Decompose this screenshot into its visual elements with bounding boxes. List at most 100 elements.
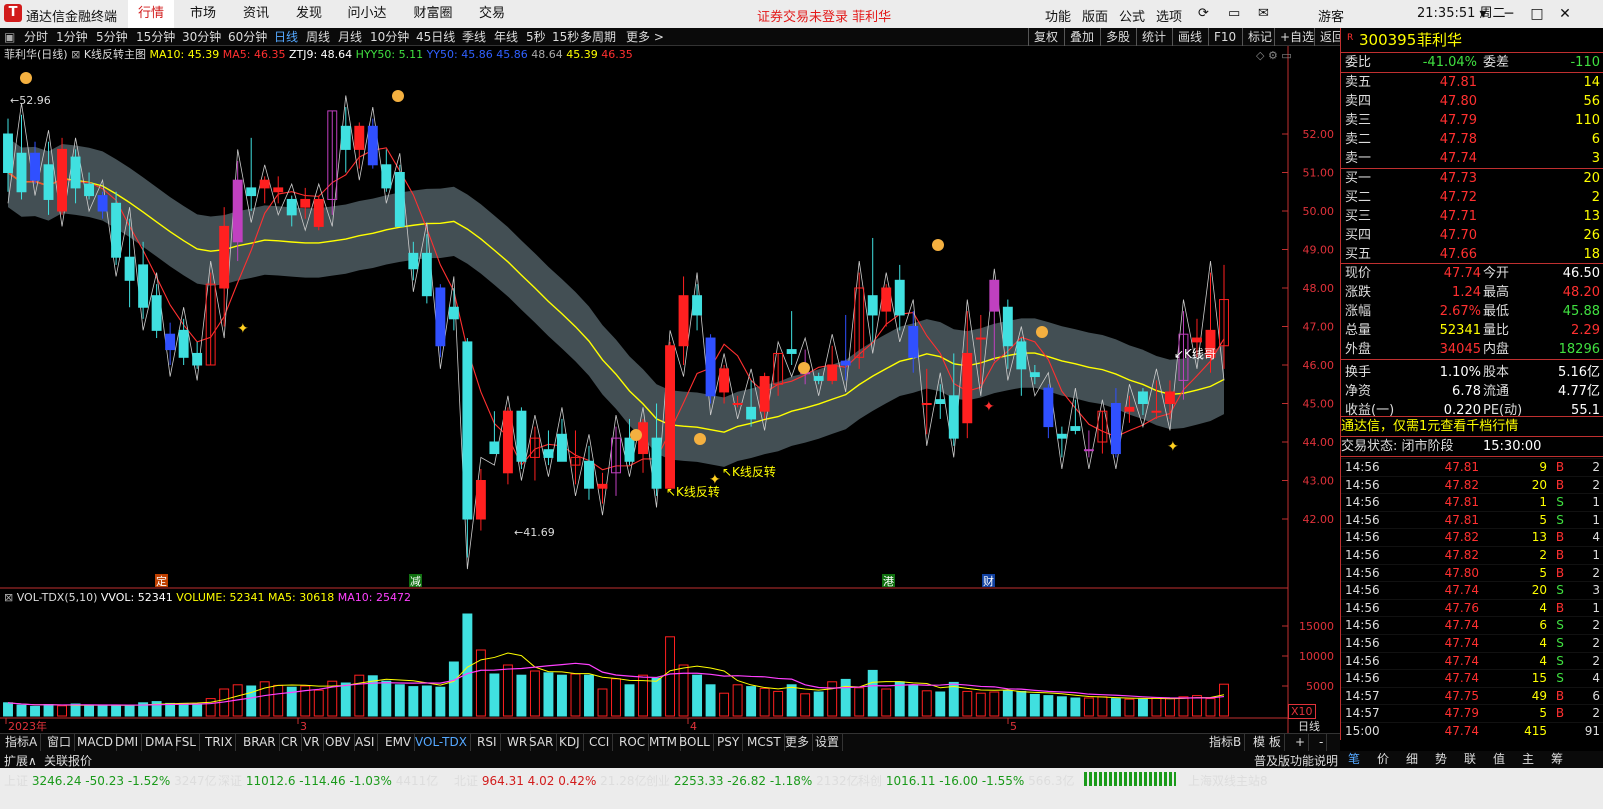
right-tab-4[interactable]: 联 (1458, 751, 1482, 768)
monitor-icon[interactable]: ▭ (1228, 6, 1240, 21)
indicator-tab-设置[interactable]: 设置 (812, 734, 844, 751)
server-station[interactable]: 上海双线主站8 (1188, 772, 1268, 790)
indicator-tab-emv[interactable]: EMV (382, 734, 416, 751)
indicator-tab-kdj[interactable]: KDJ (556, 734, 584, 751)
indicator-tab-sar[interactable]: SAR (526, 734, 558, 751)
mail-icon[interactable]: ✉ (1258, 6, 1269, 21)
period-6[interactable]: 日线 (274, 29, 298, 45)
toolbar-btn-1[interactable]: 叠加 (1064, 28, 1099, 46)
period-12[interactable]: 年线 (494, 29, 518, 45)
period-15[interactable]: 多周期 (580, 29, 616, 45)
period-1[interactable]: 1分钟 (56, 29, 88, 45)
promo-text[interactable]: 通达信，仅需1元查看千档行情 (1341, 417, 1518, 436)
legend-tools-icon[interactable]: ◇ ⚙ ▭ (1256, 49, 1292, 62)
index-sz[interactable]: 深证 11012.6 -114.46 -1.03% 4411亿 (218, 772, 438, 790)
indicator-tab-roc[interactable]: ROC (616, 734, 650, 751)
related-quote-button[interactable]: 关联报价 (44, 752, 92, 769)
x-unit[interactable]: 日线 (1298, 718, 1320, 734)
indicator-right-2[interactable]: + (1292, 734, 1310, 751)
vol-legend-name[interactable]: VOL-TDX(5,10) (17, 591, 98, 604)
period-5[interactable]: 60分钟 (228, 29, 267, 45)
toolbar-btn-2[interactable]: 多股 (1100, 28, 1135, 46)
x10-badge[interactable]: X10 (1288, 704, 1316, 719)
period-3[interactable]: 15分钟 (136, 29, 175, 45)
indicator-tab-cr[interactable]: CR (278, 734, 302, 751)
menu-discover[interactable]: 发现 (286, 0, 332, 28)
indicator-tab-rsi[interactable]: RSI (474, 734, 501, 751)
index-cy[interactable]: 创业 2253.33 -26.82 -1.18% 2132亿 (646, 772, 859, 790)
period-11[interactable]: 季线 (462, 29, 486, 45)
menu-trade[interactable]: 交易 (469, 0, 515, 28)
indicator-tab-vr[interactable]: VR (300, 734, 324, 751)
indicator-tab-psy[interactable]: PSY (714, 734, 744, 751)
indicator-right-0[interactable]: 指标B (1206, 734, 1246, 751)
right-tab-1[interactable]: 价 (1371, 751, 1395, 768)
close-vol-legend-icon[interactable]: ⊠ (4, 591, 17, 604)
indicator-right-3[interactable]: - (1316, 734, 1328, 751)
legend-formula[interactable]: K线反转主图 (84, 48, 146, 61)
menu-quotes[interactable]: 行情 (128, 0, 174, 28)
period-0[interactable]: 分时 (24, 29, 48, 45)
menu-news[interactable]: 资讯 (233, 0, 279, 28)
menu-icon[interactable]: ▾ (1470, 3, 1496, 25)
index-bz[interactable]: 北证 964.31 4.02 0.42% 21.28亿 (454, 772, 647, 790)
period-2[interactable]: 5分钟 (96, 29, 128, 45)
indicator-tab-brar[interactable]: BRAR (240, 734, 280, 751)
right-tab-7[interactable]: 筹 (1545, 751, 1569, 768)
indicator-tab-vol-tdx[interactable]: VOL-TDX (412, 734, 471, 751)
menu-formula[interactable]: 公式 (1119, 6, 1145, 25)
toolbar-btn-5[interactable]: F10 (1208, 28, 1241, 46)
period-7[interactable]: 周线 (306, 29, 330, 45)
period-13[interactable]: 5秒 (526, 29, 546, 45)
indicator-tab-asi[interactable]: ASI (352, 734, 379, 751)
menu-layout[interactable]: 版面 (1082, 6, 1108, 25)
close-legend-icon[interactable]: ⊠ (71, 48, 84, 61)
indicator-tab-obv[interactable]: OBV (322, 734, 355, 751)
period-14[interactable]: 15秒 (552, 29, 579, 45)
kline-chart[interactable]: 52.00 51.00 50.00 49.00 48.00 47.00 46.00 45.00… (0, 46, 1340, 740)
promo-banner[interactable]: 通达信，仅需1元查看千档行情 (1341, 417, 1603, 436)
indicator-tab-窗口[interactable]: 窗口 (44, 734, 76, 751)
index-sh[interactable]: 上证 3246.24 -50.23 -1.52% 3247亿 (4, 772, 217, 790)
period-4[interactable]: 30分钟 (182, 29, 221, 45)
right-tab-2[interactable]: 细 (1400, 751, 1424, 768)
right-tab-5[interactable]: 值 (1487, 751, 1511, 768)
indicator-tab-更多[interactable]: 更多 (782, 734, 814, 751)
period-8[interactable]: 月线 (338, 29, 362, 45)
toolbar-toggle-icon[interactable]: ▣ (4, 29, 15, 45)
toolbar-btn-4[interactable]: 画线 (1172, 28, 1207, 46)
right-tab-3[interactable]: 势 (1429, 751, 1453, 768)
menu-ask[interactable]: 问小达 (339, 0, 395, 28)
minimize-icon[interactable]: ─ (1496, 3, 1522, 25)
expand-button[interactable]: 扩展∧ (4, 752, 37, 769)
indicator-tab-fsl[interactable]: FSL (172, 734, 200, 751)
period-10[interactable]: 45日线 (416, 29, 455, 45)
toolbar-btn-3[interactable]: 统计 (1136, 28, 1171, 46)
indicator-tab-trix[interactable]: TRIX (202, 734, 237, 751)
indicator-tab-boll[interactable]: BOLL (676, 734, 714, 751)
indicator-tab-dmi[interactable]: DMI (112, 734, 143, 751)
user-label[interactable]: 游客 (1318, 6, 1344, 25)
indicator-tab-cci[interactable]: CCI (586, 734, 614, 751)
indicator-tab-macd[interactable]: MACD (74, 734, 117, 751)
maximize-icon[interactable]: □ (1524, 3, 1550, 25)
indicator-right-1[interactable]: 模 板 (1250, 734, 1285, 751)
close-icon[interactable]: ✕ (1552, 3, 1578, 25)
period-9[interactable]: 10分钟 (370, 29, 409, 45)
login-notice[interactable]: 证券交易未登录 菲利华 (757, 6, 891, 25)
period-16[interactable]: 更多 > (626, 29, 664, 45)
right-tab-0[interactable]: 笔 (1342, 751, 1366, 768)
menu-market[interactable]: 市场 (180, 0, 226, 28)
toolbar-btn-6[interactable]: 标记 (1242, 28, 1277, 46)
menu-function[interactable]: 功能 (1045, 6, 1071, 25)
toolbar-btn-7[interactable]: +自选 (1274, 28, 1319, 46)
refresh-icon[interactable]: ⟳ (1198, 6, 1209, 21)
help-link[interactable]: 普及版功能说明 (1254, 752, 1338, 770)
menu-wealth[interactable]: 财富圈 (405, 0, 461, 28)
toolbar-btn-0[interactable]: 复权 (1028, 28, 1063, 46)
indicator-tab-指标a[interactable]: 指标A (2, 734, 42, 751)
menu-options[interactable]: 选项 (1156, 6, 1182, 25)
right-tab-6[interactable]: 主 (1516, 751, 1540, 768)
indicator-tab-mcst[interactable]: MCST (744, 734, 785, 751)
index-kc[interactable]: 科创 1016.11 -16.00 -1.55% 566.3亿 (858, 772, 1074, 790)
